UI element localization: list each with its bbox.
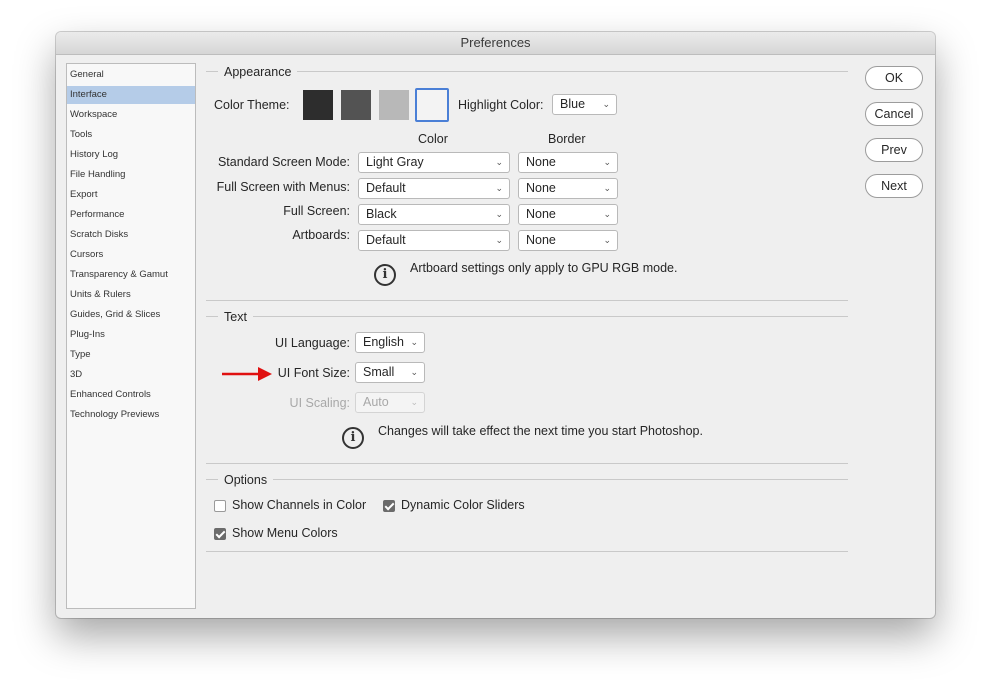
highlight-color-value: Blue (560, 97, 586, 111)
standard-screen-border-value: None (526, 155, 556, 169)
theme-swatch-light[interactable] (415, 88, 449, 122)
chevron-down-icon: ⌄ (603, 157, 611, 167)
chevron-down-icon: ⌄ (603, 209, 611, 219)
sidebar-item-file-handling[interactable]: File Handling (67, 166, 195, 184)
prev-button[interactable]: Prev (865, 138, 923, 162)
window-title: Preferences (56, 32, 935, 55)
ui-scaling-label: UI Scaling: (289, 396, 350, 410)
sidebar-item-3d[interactable]: 3D (67, 366, 195, 384)
ui-font-size-label: UI Font Size: (277, 366, 350, 380)
artboards-color-value: Default (366, 233, 406, 247)
chevron-down-icon: ⌄ (410, 397, 418, 407)
sidebar-item-interface[interactable]: Interface (67, 86, 195, 104)
dynamic-sliders-checkbox[interactable] (383, 500, 395, 512)
full-screen-label: Full Screen: (283, 204, 350, 218)
chevron-down-icon: ⌄ (603, 235, 611, 245)
highlight-color-label: Highlight Color: (458, 98, 544, 112)
sidebar-item-tools[interactable]: Tools (67, 126, 195, 144)
color-column-header: Color (418, 132, 448, 146)
sidebar-item-export[interactable]: Export (67, 186, 195, 204)
full-screen-menus-border-select[interactable]: None ⌄ (518, 178, 618, 199)
chevron-down-icon: ⌄ (603, 183, 611, 193)
sidebar-item-type[interactable]: Type (67, 346, 195, 364)
chevron-down-icon: ⌄ (410, 367, 418, 377)
chevron-down-icon: ⌄ (495, 209, 503, 219)
sidebar-item-technology-previews[interactable]: Technology Previews (67, 406, 195, 424)
artboards-label: Artboards: (292, 228, 350, 242)
ui-language-label: UI Language: (274, 336, 350, 350)
sidebar-item-history-log[interactable]: History Log (67, 146, 195, 164)
chevron-down-icon: ⌄ (495, 235, 503, 245)
ui-font-size-value: Small (363, 365, 395, 379)
theme-swatch-medium-dark[interactable] (341, 90, 371, 120)
chevron-down-icon: ⌄ (410, 337, 418, 347)
info-icon: i (374, 264, 396, 286)
full-screen-border-select[interactable]: None ⌄ (518, 204, 618, 225)
artboards-border-select[interactable]: None ⌄ (518, 230, 618, 251)
show-menu-colors-label: Show Menu Colors (232, 526, 338, 540)
highlight-color-select[interactable]: Blue ⌄ (552, 94, 617, 115)
ui-font-size-select[interactable]: Small ⌄ (355, 362, 425, 383)
color-theme-label: Color Theme: (214, 98, 290, 112)
chevron-down-icon: ⌄ (495, 183, 503, 193)
ok-button[interactable]: OK (865, 66, 923, 90)
border-column-header: Border (548, 132, 586, 146)
ui-language-value: English (363, 335, 404, 349)
sidebar-item-enhanced-controls[interactable]: Enhanced Controls (67, 386, 195, 404)
full-screen-menus-border-value: None (526, 181, 556, 195)
sidebar-item-general[interactable]: General (67, 66, 195, 84)
sidebar-item-cursors[interactable]: Cursors (67, 246, 195, 264)
sidebar-item-performance[interactable]: Performance (67, 206, 195, 224)
full-screen-color-select[interactable]: Black ⌄ (358, 204, 510, 225)
sidebar-item-workspace[interactable]: Workspace (67, 106, 195, 124)
ui-scaling-select: Auto ⌄ (355, 392, 425, 413)
preferences-dialog: Preferences General Interface Workspace … (56, 32, 935, 618)
sidebar-item-transparency-gamut[interactable]: Transparency & Gamut (67, 266, 195, 284)
sidebar-item-plug-ins[interactable]: Plug-Ins (67, 326, 195, 344)
chevron-down-icon: ⌄ (602, 99, 610, 109)
restart-note: Changes will take effect the next time y… (378, 424, 703, 438)
sidebar-item-guides-grid-slices[interactable]: Guides, Grid & Slices (67, 306, 195, 324)
artboards-border-value: None (526, 233, 556, 247)
full-screen-menus-color-value: Default (366, 181, 406, 195)
artboards-color-select[interactable]: Default ⌄ (358, 230, 510, 251)
options-title: Options (218, 473, 274, 487)
standard-screen-border-select[interactable]: None ⌄ (518, 152, 618, 173)
full-screen-menus-label: Full Screen with Menus: (216, 180, 350, 194)
dynamic-sliders-label: Dynamic Color Sliders (401, 498, 525, 512)
text-title: Text (218, 310, 253, 324)
chevron-down-icon: ⌄ (495, 157, 503, 167)
next-button[interactable]: Next (865, 174, 923, 198)
sidebar: General Interface Workspace Tools Histor… (66, 63, 196, 609)
standard-screen-mode-label: Standard Screen Mode: (217, 155, 350, 169)
sidebar-item-units-rulers[interactable]: Units & Rulers (67, 286, 195, 304)
options-group (206, 479, 848, 552)
show-channels-label: Show Channels in Color (232, 498, 367, 512)
ui-language-select[interactable]: English ⌄ (355, 332, 425, 353)
standard-screen-color-select[interactable]: Light Gray ⌄ (358, 152, 510, 173)
sidebar-item-scratch-disks[interactable]: Scratch Disks (67, 226, 195, 244)
show-menu-colors-checkbox[interactable] (214, 528, 226, 540)
show-channels-checkbox[interactable] (214, 500, 226, 512)
appearance-title: Appearance (218, 65, 298, 79)
full-screen-border-value: None (526, 207, 556, 221)
cancel-button[interactable]: Cancel (865, 102, 923, 126)
artboard-note: Artboard settings only apply to GPU RGB … (410, 261, 678, 275)
info-icon: i (342, 427, 364, 449)
theme-swatch-medium-light[interactable] (379, 90, 409, 120)
theme-swatch-dark[interactable] (303, 90, 333, 120)
full-screen-menus-color-select[interactable]: Default ⌄ (358, 178, 510, 199)
full-screen-color-value: Black (366, 207, 397, 221)
standard-screen-color-value: Light Gray (366, 155, 424, 169)
ui-scaling-value: Auto (363, 395, 389, 409)
